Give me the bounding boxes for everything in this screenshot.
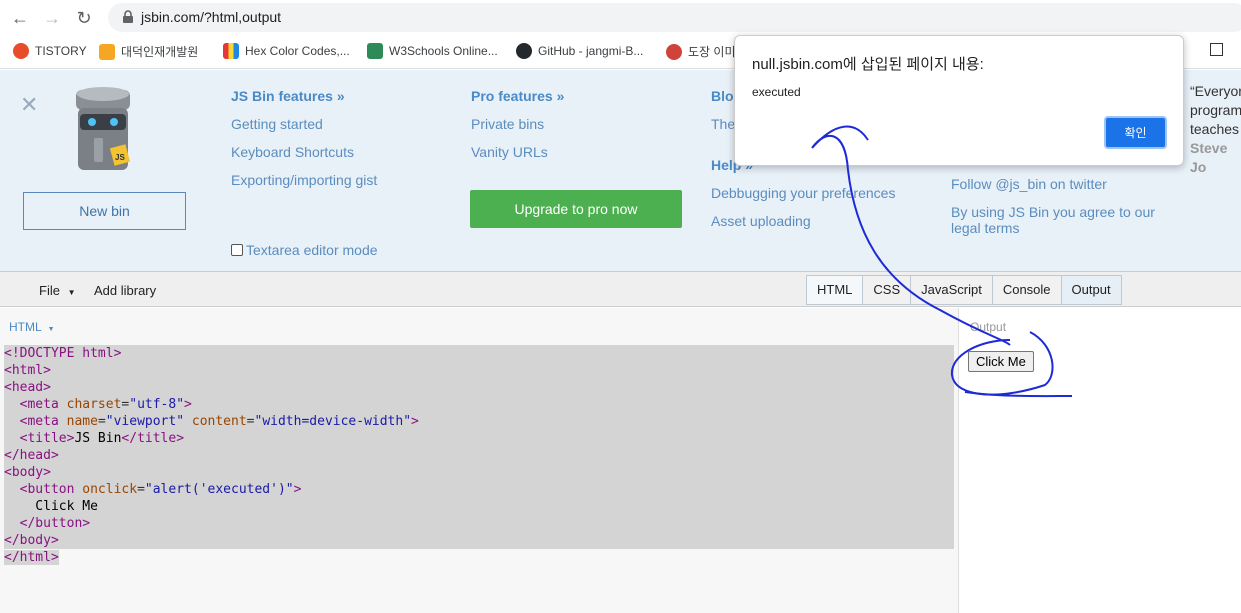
output-label: Output bbox=[970, 320, 1007, 334]
textarea-mode-checkbox[interactable] bbox=[231, 244, 243, 256]
code-line: <meta charset="utf-8"> bbox=[4, 396, 954, 413]
tab-console[interactable]: Console bbox=[992, 276, 1062, 304]
jsbin-features-heading[interactable]: JS Bin features » bbox=[231, 88, 345, 104]
html-editor-panel: HTML ▼ <!DOCTYPE html> <html> <head> <meta… bbox=[0, 308, 959, 613]
bookmark-folder-icon bbox=[1210, 43, 1223, 56]
bookmark-overflow[interactable] bbox=[1210, 43, 1223, 56]
code-line: </button> bbox=[4, 515, 954, 532]
close-icon[interactable]: ✕ bbox=[20, 92, 38, 118]
quote: “Everyor program teaches Steve Jo bbox=[1190, 82, 1241, 177]
daedeok-icon bbox=[99, 43, 115, 60]
quote-line: teaches bbox=[1190, 121, 1240, 137]
panel-tabs: HTML CSS JavaScript Console Output bbox=[806, 275, 1122, 305]
editor-mode-label: HTML bbox=[9, 320, 42, 334]
lock-icon bbox=[123, 10, 133, 23]
tab-output[interactable]: Output bbox=[1061, 276, 1121, 304]
code-line: </body> bbox=[4, 532, 954, 549]
quote-author: Steve Jo bbox=[1190, 140, 1228, 175]
code-editor[interactable]: <!DOCTYPE html> <html> <head> <meta charse… bbox=[4, 345, 954, 566]
code-line: <head> bbox=[4, 379, 954, 396]
code-line: </html> bbox=[4, 550, 59, 565]
stamp-icon bbox=[666, 43, 682, 60]
code-line: <button onclick="alert('executed')"> bbox=[4, 481, 954, 498]
code-line: <meta name="viewport" content="width=dev… bbox=[4, 413, 954, 430]
code-line: <body> bbox=[4, 464, 954, 481]
vanity-urls-link[interactable]: Vanity URLs bbox=[471, 144, 548, 160]
address-bar[interactable]: jsbin.com/?html,output bbox=[108, 3, 1241, 32]
dialog-title: null.jsbin.com에 삽입된 페이지 내용: bbox=[752, 56, 984, 73]
code-line: </head> bbox=[4, 447, 954, 464]
code-line: <title>JS Bin</title> bbox=[4, 430, 954, 447]
jsbin-logo: JS bbox=[76, 87, 131, 170]
forward-icon[interactable]: → bbox=[40, 6, 64, 30]
svg-text:JS: JS bbox=[115, 153, 125, 162]
bookmark-github[interactable]: GitHub - jangmi-B... bbox=[516, 43, 643, 59]
bookmark-label: 도장 이미 bbox=[688, 45, 736, 59]
bookmark-label: 대덕인재개발원 bbox=[121, 45, 199, 59]
editor-mode-dropdown[interactable]: HTML ▼ bbox=[9, 320, 55, 334]
dialog-message: executed bbox=[752, 85, 801, 99]
bookmark-stamp[interactable]: 도장 이미 bbox=[666, 43, 736, 60]
debugging-preferences-link[interactable]: Debbugging your preferences bbox=[711, 185, 895, 201]
reload-icon[interactable]: ↻ bbox=[72, 6, 96, 30]
file-menu-label: File bbox=[39, 283, 60, 298]
caret-down-icon: ▼ bbox=[67, 288, 76, 297]
add-library-menu[interactable]: Add library bbox=[94, 283, 156, 298]
code-line: Click Me bbox=[4, 498, 954, 515]
code-line: <html> bbox=[4, 362, 954, 379]
file-menu[interactable]: File ▼ bbox=[39, 283, 76, 298]
bookmark-label: TISTORY bbox=[35, 44, 87, 58]
asset-uploading-link[interactable]: Asset uploading bbox=[711, 213, 811, 229]
bookmark-hex-color[interactable]: Hex Color Codes,... bbox=[223, 43, 350, 59]
tistory-icon bbox=[13, 43, 29, 59]
quote-line: “Everyor bbox=[1190, 83, 1241, 99]
bookmark-label: W3Schools Online... bbox=[389, 44, 498, 58]
tab-javascript[interactable]: JavaScript bbox=[911, 276, 993, 304]
code-line: <!DOCTYPE html> bbox=[4, 345, 954, 362]
w3schools-icon bbox=[367, 43, 383, 59]
tab-css[interactable]: CSS bbox=[863, 276, 912, 304]
textarea-mode-label: Textarea editor mode bbox=[246, 242, 378, 258]
click-me-button[interactable]: Click Me bbox=[968, 351, 1034, 372]
bookmark-daedeok[interactable]: 대덕인재개발원 bbox=[99, 43, 198, 60]
dialog-ok-button[interactable]: 확인 bbox=[1104, 116, 1167, 149]
output-panel: Output Click Me bbox=[960, 308, 1241, 613]
blog-link[interactable]: The bbox=[711, 116, 735, 132]
keyboard-shortcuts-link[interactable]: Keyboard Shortcuts bbox=[231, 144, 354, 160]
textarea-mode-toggle[interactable]: Textarea editor mode bbox=[231, 242, 378, 258]
alert-dialog: null.jsbin.com에 삽입된 페이지 내용: executed 확인 bbox=[734, 35, 1184, 166]
legal-terms-link[interactable]: By using JS Bin you agree to our legal t… bbox=[951, 204, 1166, 236]
upgrade-pro-button[interactable]: Upgrade to pro now bbox=[470, 190, 682, 228]
bookmark-w3schools[interactable]: W3Schools Online... bbox=[367, 43, 498, 59]
getting-started-link[interactable]: Getting started bbox=[231, 116, 323, 132]
back-icon[interactable]: ← bbox=[8, 6, 32, 30]
tab-html[interactable]: HTML bbox=[807, 276, 864, 304]
caret-down-icon: ▼ bbox=[47, 326, 55, 333]
pro-features-heading[interactable]: Pro features » bbox=[471, 88, 564, 104]
bookmark-label: GitHub - jangmi-B... bbox=[538, 44, 644, 58]
github-icon bbox=[516, 43, 532, 59]
follow-twitter-link[interactable]: Follow @js_bin on twitter bbox=[951, 176, 1107, 192]
bookmark-tistory[interactable]: TISTORY bbox=[13, 43, 87, 59]
hex-color-icon bbox=[223, 43, 239, 59]
exporting-gist-link[interactable]: Exporting/importing gist bbox=[231, 172, 377, 188]
browser-toolbar: ← → ↻ jsbin.com/?html,output bbox=[0, 0, 1241, 35]
url-text: jsbin.com/?html,output bbox=[141, 9, 282, 25]
private-bins-link[interactable]: Private bins bbox=[471, 116, 544, 132]
bookmark-label: Hex Color Codes,... bbox=[245, 44, 350, 58]
quote-line: program bbox=[1190, 102, 1241, 118]
new-bin-button[interactable]: New bin bbox=[23, 192, 186, 230]
jsbin-toolbar: File ▼ Add library HTML CSS JavaScript C… bbox=[0, 271, 1241, 307]
